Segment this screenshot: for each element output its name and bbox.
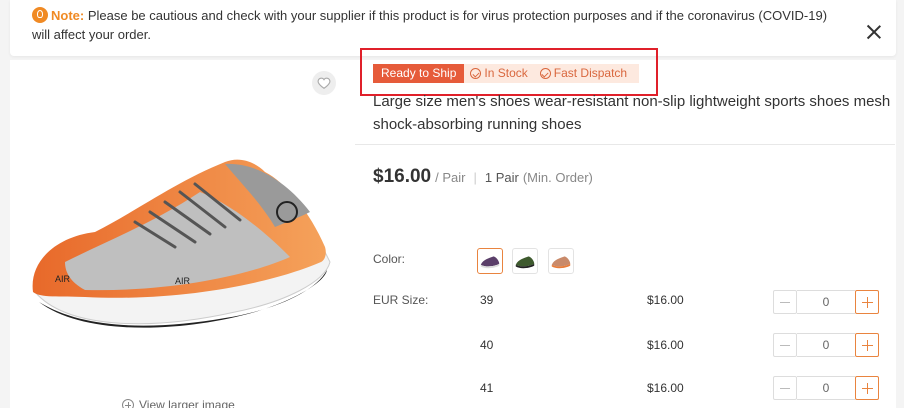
ready-to-ship-badge: Ready to Ship [373,64,465,83]
price-row: $16.00 / Pair | 1 Pair (Min. Order) [373,166,593,188]
divider [355,144,895,145]
notice-text-block: Note: Please be cautious and check with … [32,6,832,44]
size-40: 40 [480,338,494,352]
color-swatch-orange[interactable] [548,248,574,274]
size-39-price: $16.00 [647,293,684,307]
increase-button[interactable] [855,333,879,357]
shoe-thumb-icon [480,256,500,269]
shoe-thumb-icon [515,256,535,269]
size-40-price: $16.00 [647,338,684,352]
notice-message: Please be cautious and check with your s… [32,8,828,42]
min-order-quantity: 1 Pair [484,170,519,185]
price-unit: / Pair [435,170,466,185]
decrease-button[interactable] [773,333,797,357]
decrease-button[interactable] [773,290,797,314]
product-title: Large size men's shoes wear-resistant no… [373,93,891,133]
favorite-button[interactable] [312,71,336,95]
quantity-stepper [773,290,879,314]
stock-dispatch-badge: In Stock Fast Dispatch [464,64,640,83]
product-panel: AIR AIR View larger image Ready to Ship … [10,48,896,408]
separator: | [473,170,477,185]
check-circle-icon [470,68,482,79]
fast-dispatch-label: Fast Dispatch [553,66,628,80]
in-stock-label: In Stock [484,66,528,80]
svg-text:AIR: AIR [175,276,191,286]
quantity-input[interactable] [797,333,855,357]
product-image[interactable]: AIR AIR [25,142,345,362]
quantity-input[interactable] [797,290,855,314]
increase-button[interactable] [855,376,879,400]
min-order-note: (Min. Order) [522,170,593,185]
lightbulb-icon [32,7,48,23]
size-41-price: $16.00 [647,381,684,395]
view-larger-link[interactable]: View larger image [122,398,235,408]
svg-text:AIR: AIR [55,274,71,284]
zoom-in-icon [122,399,134,408]
view-larger-label: View larger image [139,398,235,408]
quantity-stepper [773,376,879,400]
badge-group: Ready to Ship In Stock Fast Dispatch [373,64,640,83]
quantity-input[interactable] [797,376,855,400]
quantity-stepper [773,333,879,357]
size-39: 39 [480,293,494,307]
check-circle-icon [539,68,551,79]
close-icon[interactable] [866,24,882,40]
color-label: Color: [373,252,406,266]
heart-icon [317,77,331,89]
increase-button[interactable] [855,290,879,314]
shoe-thumb-icon [551,256,571,269]
color-swatch-green[interactable] [512,248,538,274]
page: Note: Please be cautious and check with … [0,0,904,408]
size-41: 41 [480,381,494,395]
size-label: EUR Size: [373,293,429,307]
notice-label: Note: [51,8,85,23]
color-swatch-purple[interactable] [477,248,503,274]
decrease-button[interactable] [773,376,797,400]
price: $16.00 [373,166,432,187]
